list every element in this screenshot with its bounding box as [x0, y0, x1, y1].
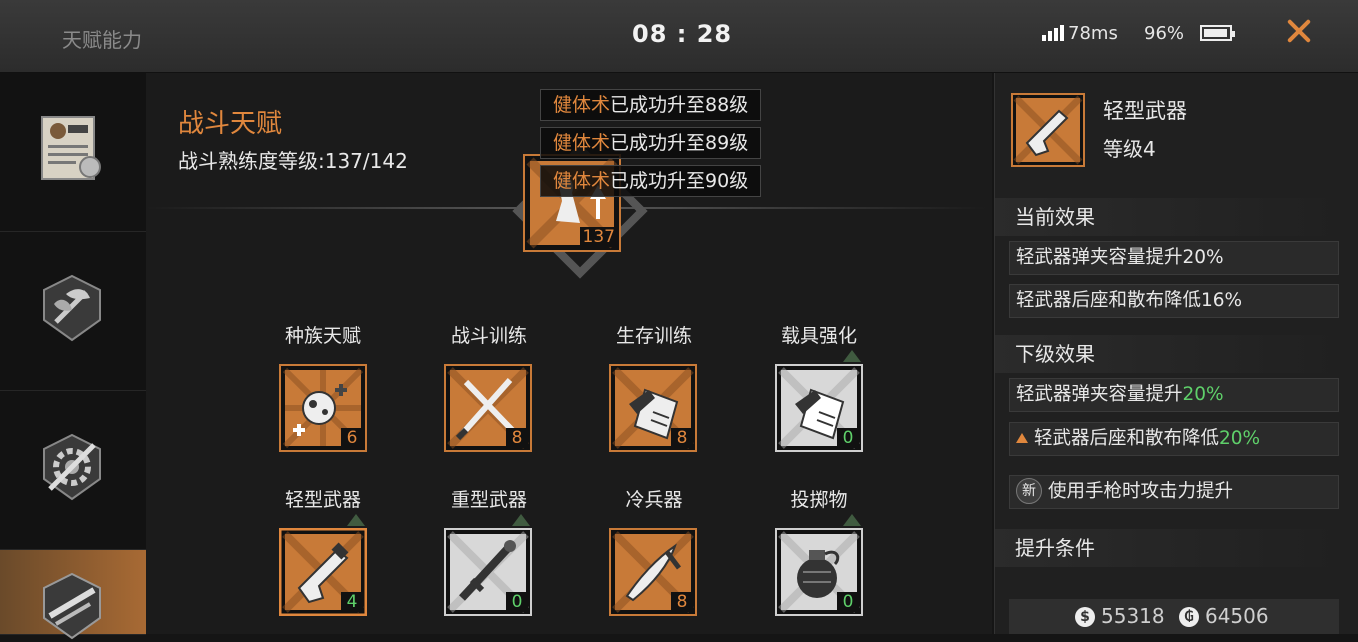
skill-vehicle-enhance[interactable]: 0	[775, 350, 863, 452]
upgradable-arrow-icon	[843, 350, 861, 362]
battery-icon	[1200, 25, 1235, 41]
skill-level: 0	[837, 592, 859, 612]
nav-item-weapons[interactable]	[0, 550, 146, 640]
skill-survival-training[interactable]: 8	[609, 364, 697, 452]
skill-racial-talent[interactable]: 6	[279, 364, 367, 452]
skill-label: 重型武器	[450, 489, 527, 511]
toast-message: 健体术已成功升至89级	[540, 127, 762, 159]
skill-level: 6	[341, 428, 363, 448]
toast-message: 健体术已成功升至88级	[540, 89, 762, 121]
skill-level: 8	[506, 428, 528, 448]
skill-melee-weapons[interactable]: 8	[609, 528, 697, 616]
current-effect-header: 当前效果	[995, 198, 1345, 236]
skill-light-weapons[interactable]: 4	[279, 514, 367, 616]
category-nav	[0, 73, 146, 640]
window-title: 天赋能力	[62, 28, 142, 52]
pistol-icon	[1011, 93, 1085, 167]
upgrade-condition-header: 提升条件	[995, 529, 1345, 567]
silver-amount: 55318	[1101, 604, 1165, 628]
detail-skill-name: 轻型武器	[1103, 99, 1187, 123]
up-arrow-icon	[1016, 433, 1028, 443]
gold-amount: 64506	[1204, 604, 1269, 628]
close-button[interactable]	[1282, 14, 1316, 48]
badge-level: 137	[579, 227, 618, 247]
skill-label: 投掷物	[790, 489, 848, 511]
divider	[606, 207, 986, 209]
proficiency-badge[interactable]: 137	[510, 141, 650, 281]
nav-item-plant[interactable]	[0, 232, 146, 391]
detail-skill-level: 等级4	[1103, 137, 1156, 161]
talent-tree-panel: 战斗天赋 战斗熟练度等级:137/142 137 健体术已成功升至88级 健体术…	[146, 73, 992, 634]
fitness-badge-icon	[512, 143, 648, 279]
silver-coin-icon: $	[1075, 607, 1095, 627]
nav-item-tools[interactable]	[0, 391, 146, 550]
skill-label: 生存训练	[615, 325, 692, 347]
skill-label: 战斗训练	[450, 325, 527, 347]
current-effect-item: 轻武器后座和散布降低16%	[1009, 284, 1339, 318]
clock: 08 : 28	[632, 20, 733, 48]
weapons-icon	[43, 572, 101, 640]
skill-level: 0	[506, 592, 528, 612]
plant-emblem-icon	[43, 274, 101, 342]
nav-item-trade[interactable]	[0, 73, 146, 232]
skill-level: 8	[671, 592, 693, 612]
skill-label: 种族天赋	[284, 325, 361, 347]
skill-label: 载具强化	[780, 325, 857, 347]
next-effect-header: 下级效果	[995, 335, 1345, 373]
next-effect-item: 新使用手枪时攻击力提升	[1009, 475, 1339, 509]
next-effect-item: 轻武器后座和散布降低20%	[1009, 422, 1339, 456]
section-title: 战斗天赋	[178, 109, 283, 139]
next-effect-item: 轻武器弹夹容量提升20%	[1009, 378, 1339, 412]
skill-label: 冷兵器	[625, 489, 683, 511]
skill-level: 0	[837, 428, 859, 448]
upgradable-arrow-icon	[512, 514, 530, 526]
gear-tools-icon	[43, 433, 101, 501]
current-effect-item: 轻武器弹夹容量提升20%	[1009, 241, 1339, 275]
skill-detail-panel: 轻型武器 等级4 当前效果 轻武器弹夹容量提升20% 轻武器后座和散布降低16%…	[994, 73, 1358, 634]
new-badge-icon: 新	[1016, 478, 1042, 504]
skill-combat-training[interactable]: 8	[444, 364, 532, 452]
skill-throwables[interactable]: 0	[775, 514, 863, 616]
currency-bar: $55318 ₲ 64506	[1009, 599, 1339, 634]
gold-coin-icon: ₲	[1178, 607, 1199, 627]
trade-certificate-icon	[41, 116, 101, 180]
signal-icon	[1042, 25, 1066, 41]
skill-level: 8	[671, 428, 693, 448]
upgradable-arrow-icon	[347, 514, 365, 526]
toast-message: 健体术已成功升至90级	[540, 165, 762, 197]
skill-level: 4	[341, 592, 363, 612]
battery-percent: 96%	[1144, 23, 1185, 44]
skill-heavy-weapons[interactable]: 0	[444, 514, 532, 616]
top-bar: 天赋能力 08 : 28 78ms 96%	[0, 0, 1358, 73]
skill-label: 轻型武器	[284, 489, 361, 511]
proficiency-level: 战斗熟练度等级:137/142	[178, 149, 408, 173]
upgradable-arrow-icon	[843, 514, 861, 526]
divider	[146, 207, 516, 209]
ping-value: 78ms	[1068, 23, 1118, 44]
